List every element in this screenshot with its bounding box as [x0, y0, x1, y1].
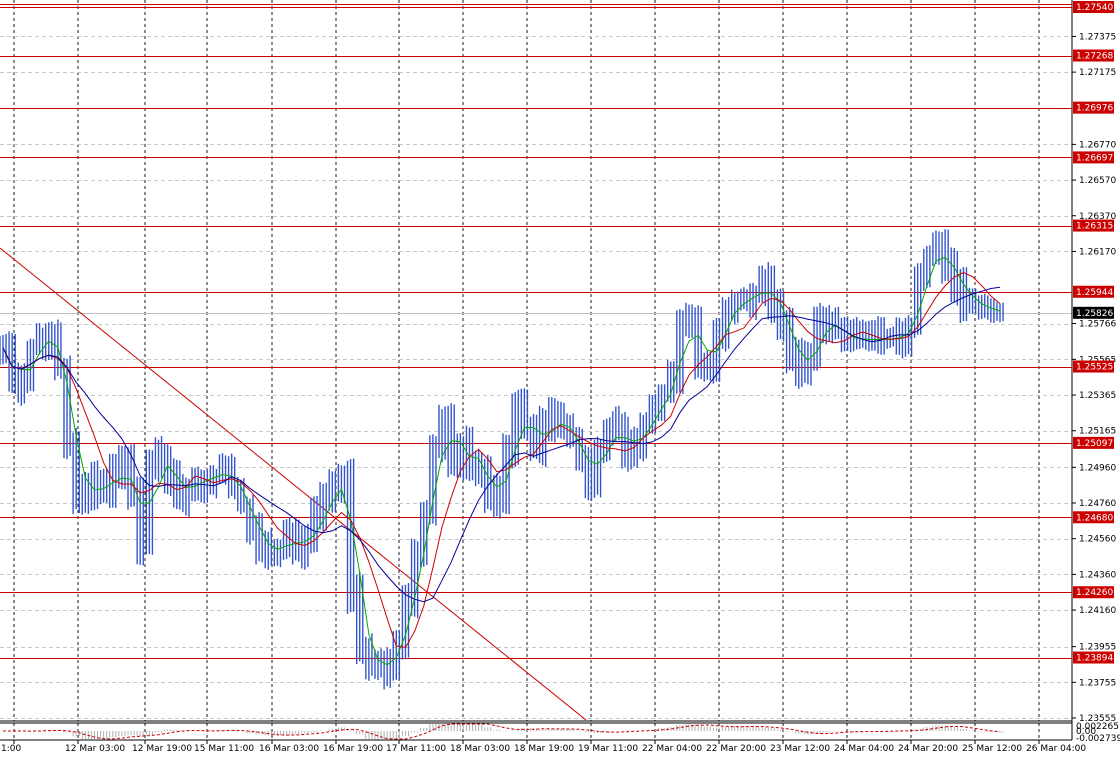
- time-tick-label: 23 Mar 12:00: [770, 744, 830, 754]
- time-tick-label: 19 Mar 11:00: [578, 744, 638, 754]
- time-tick-label: 16 Mar 19:00: [323, 744, 383, 754]
- level-price-label: 1.26315: [1076, 222, 1113, 232]
- time-tick-label: 15 Mar 11:00: [194, 744, 254, 754]
- time-tick-label: 16 Mar 03:00: [259, 744, 319, 754]
- time-tick-label: 26 Mar 04:00: [1026, 744, 1086, 754]
- level-price-label: 1.25525: [1076, 363, 1113, 373]
- price-tick-label: 1.26170: [1079, 247, 1116, 257]
- time-tick-label: 1:00: [1, 744, 21, 754]
- time-tick-label: 18 Mar 19:00: [514, 744, 574, 754]
- time-tick-label: 24 Mar 20:00: [898, 744, 958, 754]
- price-tick-label: 1.24160: [1079, 606, 1116, 616]
- level-price-label: 1.26697: [1076, 153, 1113, 163]
- price-tick-label: 1.23755: [1079, 678, 1116, 688]
- level-price-label: 1.24680: [1076, 513, 1113, 523]
- price-tick-label: 1.26570: [1079, 176, 1116, 186]
- price-tick-label: 1.25165: [1079, 427, 1116, 437]
- level-price-label: 1.25097: [1076, 439, 1113, 449]
- oscillator-tick-label: -0.002739: [1076, 734, 1120, 744]
- time-tick-label: 18 Mar 03:00: [450, 744, 510, 754]
- price-tick-label: 1.26770: [1079, 140, 1116, 150]
- price-tick-label: 1.24360: [1079, 570, 1116, 580]
- price-tick-label: 1.24960: [1079, 463, 1116, 473]
- time-tick-label: 22 Mar 20:00: [706, 744, 766, 754]
- time-tick-label: 17 Mar 11:00: [386, 744, 446, 754]
- price-tick-label: 1.27375: [1079, 32, 1116, 42]
- price-tick-label: 1.24560: [1079, 535, 1116, 545]
- oscillator-axis: 0.0022650.00-0.002739: [1076, 722, 1120, 744]
- price-tick-label: 1.24760: [1079, 499, 1116, 509]
- level-price-label: 1.23894: [1076, 654, 1113, 664]
- time-tick-label: 12 Mar 03:00: [65, 744, 125, 754]
- time-tick-label: 22 Mar 04:00: [642, 744, 702, 754]
- time-tick-label: 24 Mar 04:00: [834, 744, 894, 754]
- level-price-label: 1.27540: [1076, 3, 1113, 13]
- level-price-label: 1.27268: [1076, 52, 1113, 62]
- time-tick-label: 12 Mar 19:00: [132, 744, 192, 754]
- price-tick-label: 1.25365: [1079, 391, 1116, 401]
- price-axis: 1.273751.271751.267701.265701.263701.261…: [1072, 1, 1116, 724]
- price-tick-label: 1.27175: [1079, 68, 1116, 78]
- level-price-label: 1.25944: [1076, 288, 1113, 298]
- time-axis: 1:00 12 Mar 03:00 12 Mar 19:00 15 Mar 11:00…: [1, 740, 1086, 754]
- price-tick-label: 1.25766: [1079, 320, 1116, 330]
- time-tick-label: 25 Mar 12:00: [962, 744, 1022, 754]
- price-chart[interactable]: 1.273751.271751.267701.265701.263701.261…: [0, 0, 1120, 758]
- level-price-label: 1.24260: [1076, 588, 1113, 598]
- price-tick-label: 1.23955: [1079, 643, 1116, 653]
- current-price-label: 1.25826: [1076, 309, 1113, 319]
- level-price-label: 1.26976: [1076, 104, 1113, 114]
